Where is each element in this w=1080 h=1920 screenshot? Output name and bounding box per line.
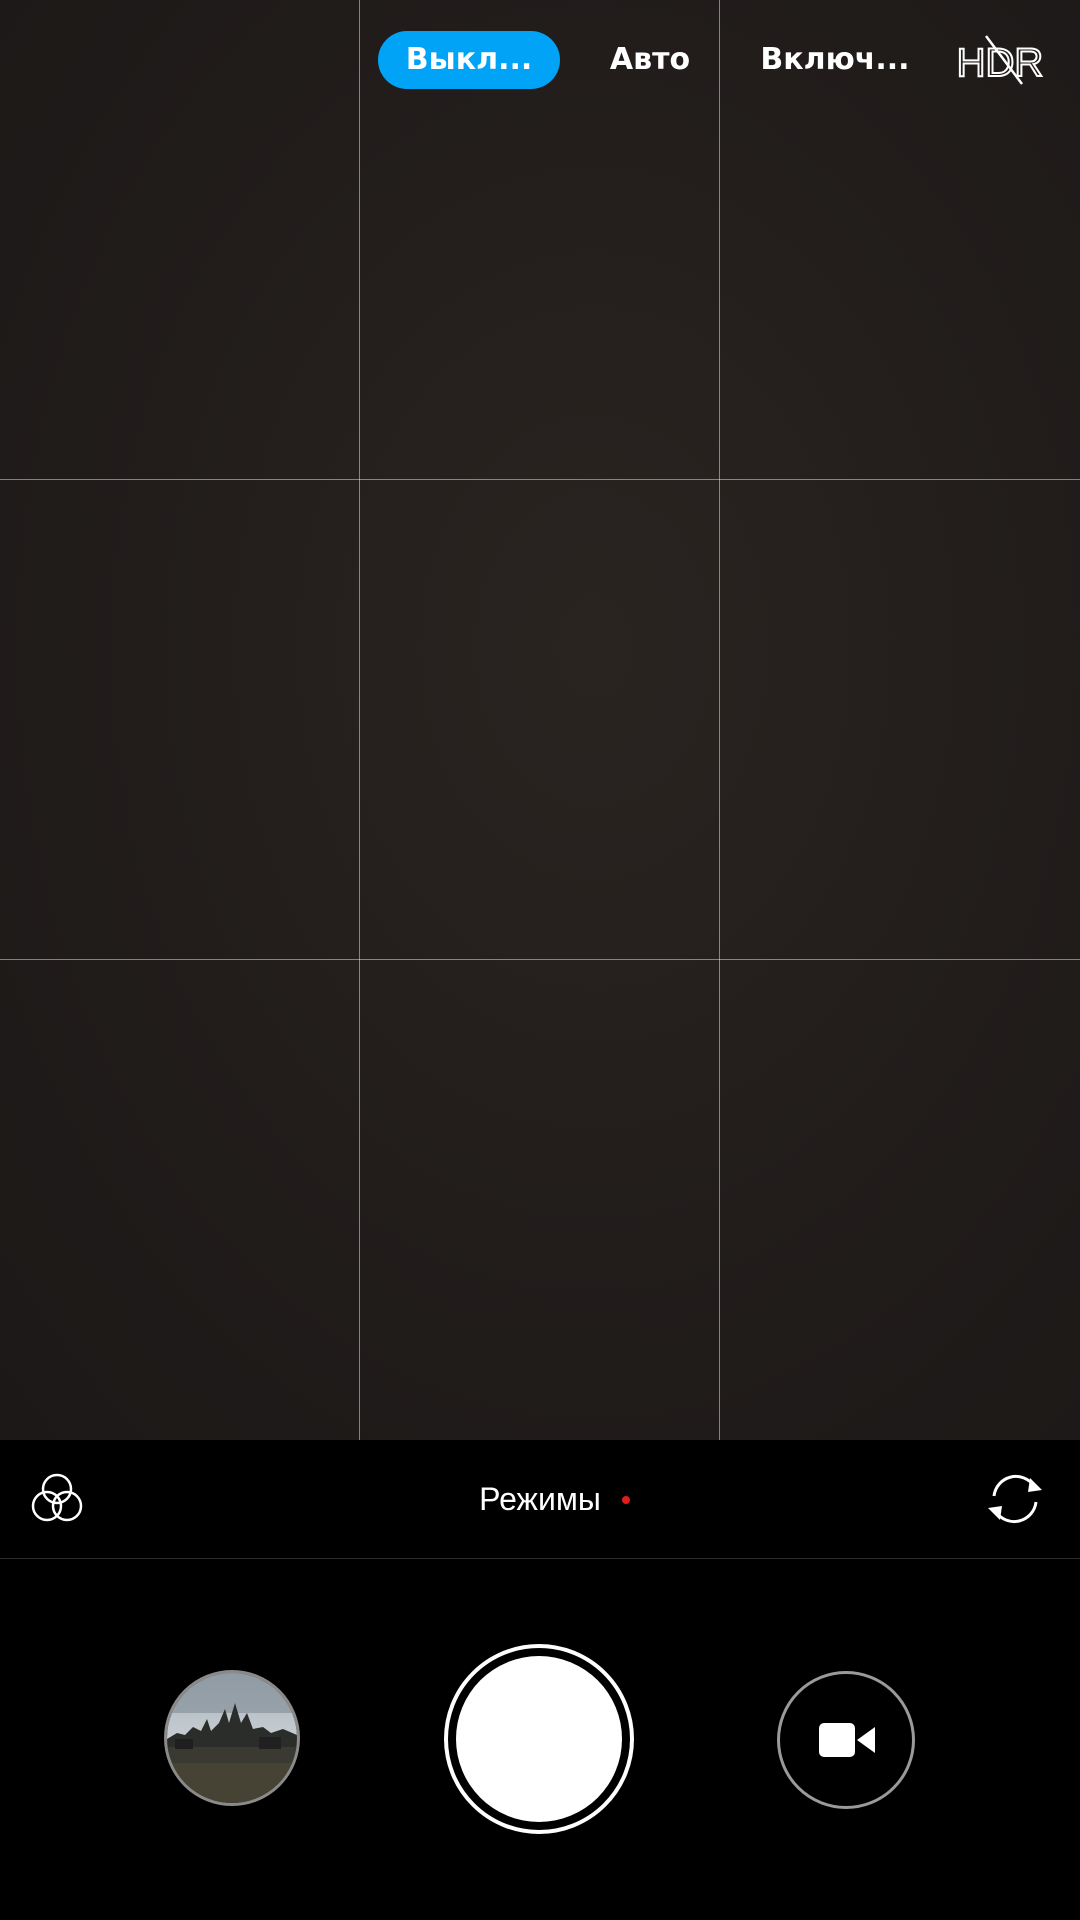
grid-line-vertical-2 bbox=[719, 0, 720, 1440]
camera-viewfinder[interactable]: Выкл... Авто Включ... HDR bbox=[0, 0, 1080, 1440]
grid-line-horizontal-2 bbox=[0, 959, 1080, 960]
switch-camera-icon[interactable] bbox=[980, 1466, 1050, 1532]
mode-bar: Режимы bbox=[0, 1440, 1080, 1559]
shutter-inner-circle bbox=[456, 1656, 622, 1822]
svg-text:HDR: HDR bbox=[957, 41, 1044, 85]
modes-button[interactable]: Режимы bbox=[0, 1440, 1080, 1558]
gallery-preview-image bbox=[167, 1673, 297, 1803]
video-mode-button[interactable] bbox=[777, 1671, 915, 1809]
new-indicator-dot bbox=[622, 1496, 630, 1504]
shutter-button[interactable] bbox=[444, 1644, 634, 1834]
capture-controls bbox=[0, 1559, 1080, 1920]
grid-line-horizontal-1 bbox=[0, 479, 1080, 480]
hdr-options-bar: Выкл... Авто Включ... HDR bbox=[0, 0, 1080, 120]
hdr-auto-button[interactable]: Авто bbox=[590, 31, 710, 89]
gallery-thumbnail[interactable] bbox=[164, 1670, 300, 1806]
hdr-off-button[interactable]: Выкл... bbox=[378, 31, 560, 89]
hdr-on-button[interactable]: Включ... bbox=[755, 31, 915, 89]
video-camera-icon bbox=[819, 1723, 875, 1757]
hdr-off-icon[interactable]: HDR bbox=[952, 32, 1048, 88]
grid-line-vertical-1 bbox=[359, 0, 360, 1440]
